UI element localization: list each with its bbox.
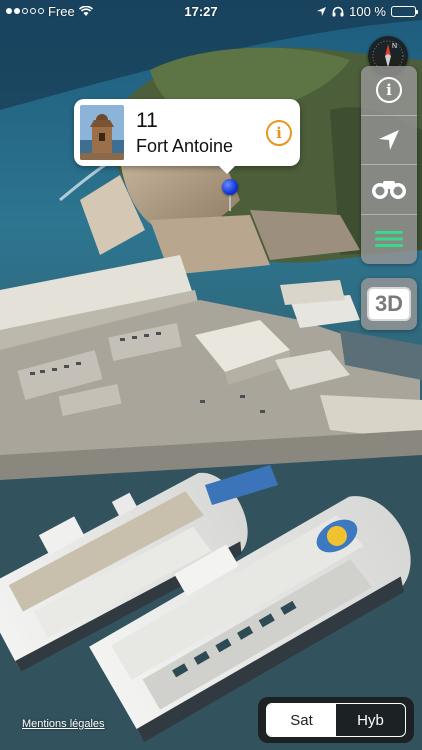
headphones-icon xyxy=(332,6,344,16)
place-number: 11 xyxy=(136,108,158,132)
battery-icon xyxy=(391,5,418,17)
carrier-label: Free xyxy=(48,3,75,19)
map-toolbar: i xyxy=(361,66,417,264)
map-type-panel: Sat Hyb xyxy=(258,697,414,743)
status-time: 17:27 xyxy=(184,3,218,19)
flyover-button[interactable] xyxy=(361,165,417,215)
battery-percent: 100 % xyxy=(349,3,386,19)
status-bar: Free 17:27 100 % xyxy=(0,0,422,22)
info-icon[interactable]: i xyxy=(266,119,292,146)
place-callout[interactable]: 11 Fort Antoine i xyxy=(74,99,300,174)
locate-button[interactable] xyxy=(361,116,417,165)
location-arrow-icon xyxy=(317,6,327,16)
wifi-icon xyxy=(78,5,93,16)
pin-needle xyxy=(229,193,231,211)
status-right: 100 % xyxy=(256,3,418,19)
location-arrow-icon xyxy=(379,129,399,150)
menu-button[interactable] xyxy=(361,215,417,265)
legal-link[interactable]: Mentions légales xyxy=(22,718,105,730)
place-title: Fort Antoine xyxy=(136,135,234,156)
label-3d: 3D xyxy=(366,287,412,321)
location-pin[interactable] xyxy=(222,179,238,195)
place-thumbnail xyxy=(80,105,124,160)
toggle-3d-button[interactable]: 3D xyxy=(361,278,417,330)
callout-text: 11 Fort Antoine xyxy=(136,109,266,157)
binoculars-icon xyxy=(372,181,406,200)
signal-dots-icon xyxy=(6,8,44,14)
svg-text:N: N xyxy=(392,43,397,50)
info-icon: i xyxy=(376,77,402,104)
info-button[interactable]: i xyxy=(361,66,417,116)
map-type-hyb[interactable]: Hyb xyxy=(336,704,405,736)
status-left: Free xyxy=(6,4,146,19)
map-type-sat[interactable]: Sat xyxy=(267,704,336,736)
menu-lines-icon xyxy=(375,231,403,248)
map-type-segmented-control: Sat Hyb xyxy=(266,703,406,737)
